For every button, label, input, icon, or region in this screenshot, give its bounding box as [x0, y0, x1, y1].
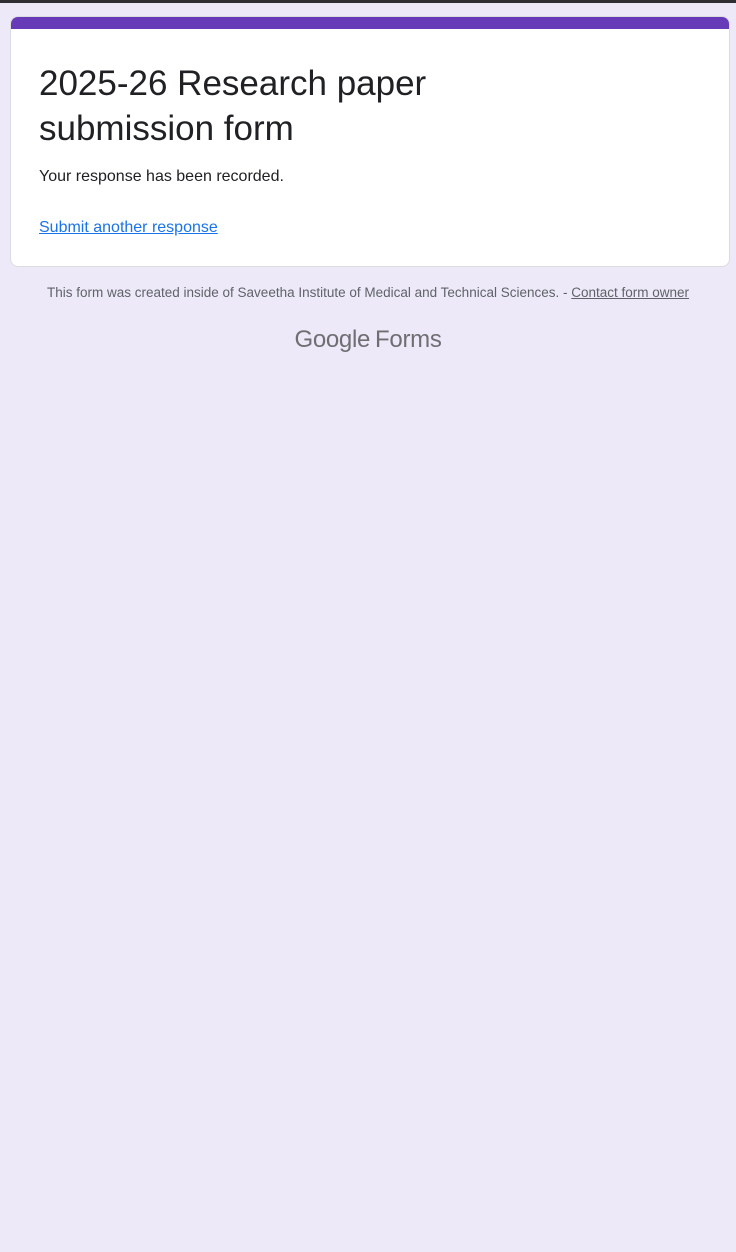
footer-note-text: This form was created inside of Saveetha…	[46, 285, 572, 300]
brand-google-text: Google	[294, 326, 371, 353]
brand-product-text: Forms	[375, 326, 442, 353]
google-forms-logo[interactable]: Google Forms	[0, 324, 736, 356]
footer-note: This form was created inside of Saveetha…	[0, 284, 736, 302]
form-title: 2025-26 Research paper submission form	[39, 64, 427, 148]
browser-top-strip	[0, 0, 736, 3]
confirmation-message: Your response has been recorded.	[39, 168, 284, 185]
confirmation-card: 2025-26 Research paper submission form Y…	[10, 16, 730, 267]
contact-form-owner-link[interactable]: Contact form owner	[571, 285, 689, 300]
card-accent-bar	[11, 17, 729, 29]
submit-another-response-link[interactable]: Submit another response	[39, 218, 218, 238]
